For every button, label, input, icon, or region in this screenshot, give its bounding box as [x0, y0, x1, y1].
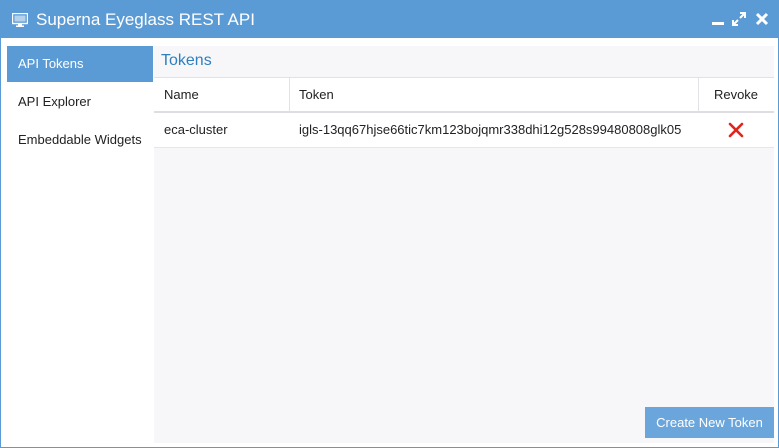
sidebar-item-label: API Explorer [18, 94, 91, 109]
tokens-panel: Tokens Name Token Revoke eca-cluster igl… [154, 46, 774, 443]
minimize-icon[interactable] [711, 12, 725, 26]
sidebar-item-api-explorer[interactable]: API Explorer [7, 84, 153, 120]
title-bar[interactable]: Superna Eyeglass REST API [1, 1, 778, 38]
sidebar-item-label: API Tokens [18, 56, 84, 71]
sidebar-item-api-tokens[interactable]: API Tokens [7, 46, 153, 82]
sidebar: API Tokens API Explorer Embeddable Widge… [7, 46, 153, 443]
table-header: Name Token Revoke [154, 77, 774, 113]
revoke-cell [698, 113, 774, 147]
column-header-name[interactable]: Name [164, 78, 199, 111]
column-divider [289, 78, 290, 111]
token-value: igls-13qq67hjse66tic7km123bojqmr338dhi12… [299, 122, 682, 137]
column-header-token[interactable]: Token [299, 78, 334, 111]
sidebar-item-label: Embeddable Widgets [18, 132, 142, 147]
column-header-revoke[interactable]: Revoke [698, 78, 774, 111]
window-title: Superna Eyeglass REST API [36, 10, 255, 29]
maximize-icon[interactable] [732, 12, 746, 26]
rest-api-window: Superna Eyeglass REST API API Tokens API… [0, 0, 779, 448]
sidebar-item-embeddable-widgets[interactable]: Embeddable Widgets [7, 122, 153, 158]
close-icon[interactable] [755, 12, 769, 26]
tokens-table: Name Token Revoke eca-cluster igls-13qq6… [154, 77, 774, 148]
revoke-x-icon[interactable] [728, 122, 744, 138]
page-title: Tokens [161, 52, 212, 69]
table-row[interactable]: eca-cluster igls-13qq67hjse66tic7km123bo… [154, 113, 774, 148]
create-new-token-button[interactable]: Create New Token [645, 407, 774, 438]
monitor-icon [12, 13, 28, 27]
token-name: eca-cluster [164, 122, 228, 137]
